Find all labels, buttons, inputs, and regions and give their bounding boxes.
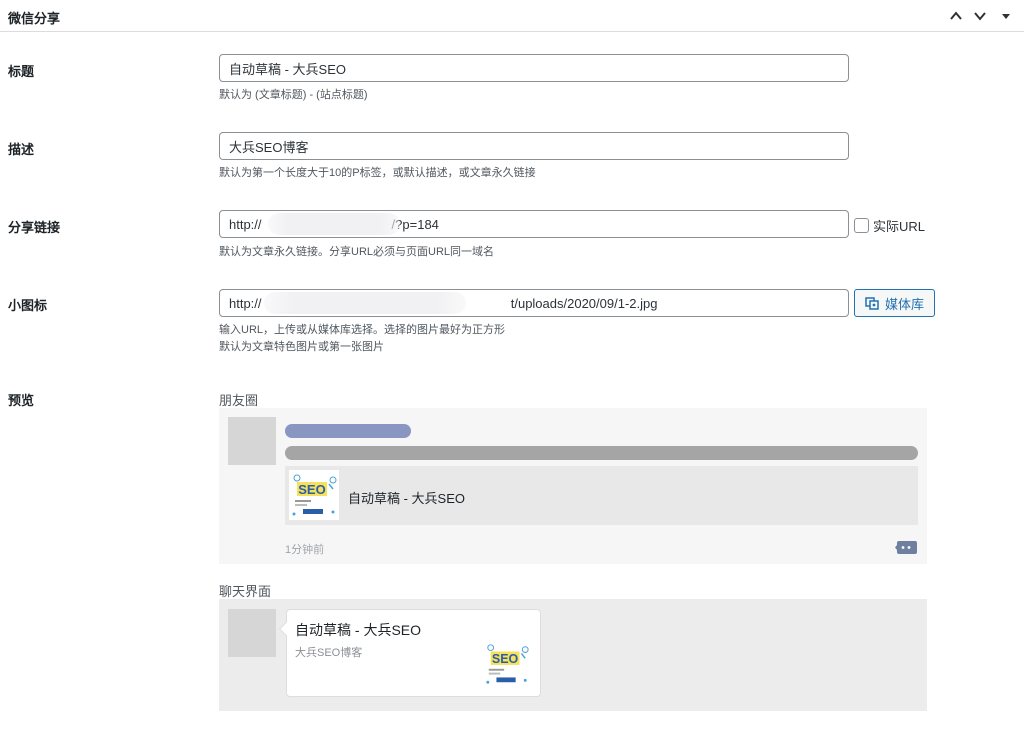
panel-title: 微信分享 — [8, 11, 61, 26]
share-link-hint: 默认为文章永久链接。分享URL必须与页面URL同一域名 — [219, 246, 495, 258]
thumb-seo-text: SEO — [298, 482, 325, 497]
avatar — [228, 417, 276, 465]
title-label: 标题 — [8, 64, 35, 79]
text-placeholder-bar — [285, 446, 918, 460]
title-input[interactable] — [219, 54, 849, 82]
media-library-icon — [865, 297, 879, 310]
moments-preview: SEO 自动草稿 - 大兵SEO 1分钟前 — [219, 408, 927, 564]
icon-label: 小图标 — [8, 298, 48, 313]
icon-hint-2: 默认为文章特色图片或第一张图片 — [219, 341, 384, 353]
share-link-label: 分享链接 — [8, 220, 61, 235]
chat-bubble: 自动草稿 - 大兵SEO 大兵SEO博客 SEO — [278, 609, 541, 697]
thumb-seo-text: SEO — [492, 652, 519, 666]
triangle-down-icon[interactable] — [996, 6, 1016, 26]
description-label: 描述 — [8, 142, 35, 157]
post-time: 1分钟前 — [285, 544, 325, 556]
chevron-down-icon[interactable] — [970, 6, 990, 26]
share-thumbnail: SEO — [483, 640, 531, 688]
media-library-label: 媒体库 — [884, 296, 924, 312]
redaction-blur — [264, 292, 466, 314]
title-hint: 默认为 (文章标题) - (站点标题) — [219, 89, 368, 101]
preview-label: 预览 — [8, 393, 35, 408]
description-input[interactable] — [219, 132, 849, 160]
icon-hint-1: 输入URL，上传或从媒体库选择。选择的图片最好为正方形 — [219, 324, 506, 336]
description-hint: 默认为第一个长度大于10的P标签，或默认描述，或文章永久链接 — [219, 167, 536, 179]
actual-url-label: 实际URL — [873, 219, 926, 234]
moments-label: 朋友圈 — [219, 393, 259, 408]
media-library-button[interactable]: 媒体库 — [854, 289, 935, 317]
chat-description: 大兵SEO博客 — [295, 647, 363, 659]
actual-url-checkbox[interactable] — [854, 218, 869, 233]
comment-dots-icon — [895, 541, 917, 554]
avatar — [228, 609, 276, 657]
moments-link-card: SEO 自动草稿 - 大兵SEO — [285, 466, 918, 525]
chat-label: 聊天界面 — [219, 584, 272, 599]
name-placeholder-bar — [285, 424, 411, 438]
share-thumbnail: SEO — [289, 470, 339, 520]
actual-url-checkbox-group[interactable]: 实际URL — [854, 216, 925, 235]
chat-preview: 自动草稿 - 大兵SEO 大兵SEO博客 SEO — [219, 599, 927, 711]
bubble-tail — [278, 621, 294, 637]
redaction-blur — [268, 213, 400, 235]
panel-header: 微信分享 — [0, 0, 1024, 32]
chat-title: 自动草稿 - 大兵SEO — [295, 622, 422, 638]
moments-link-title: 自动草稿 - 大兵SEO — [348, 491, 466, 506]
chevron-up-icon[interactable] — [946, 6, 966, 26]
